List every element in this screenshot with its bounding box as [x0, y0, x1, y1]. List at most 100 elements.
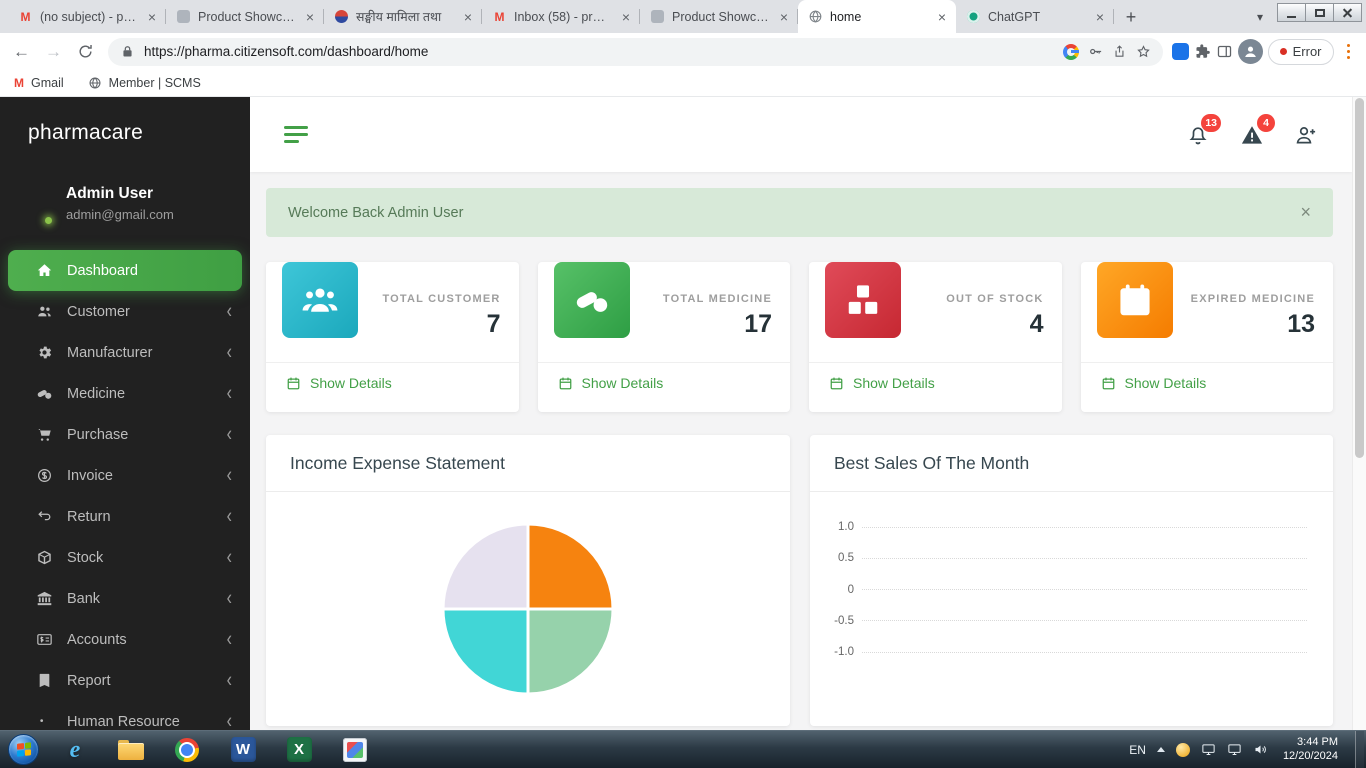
- taskbar-chrome-icon[interactable]: [159, 733, 215, 767]
- taskbar-apps: e WX: [47, 733, 383, 767]
- alert-close-icon[interactable]: ×: [1300, 202, 1311, 223]
- page-scrollbar[interactable]: [1352, 97, 1366, 730]
- clock-date: 12/20/2024: [1283, 750, 1338, 764]
- lock-icon[interactable]: [120, 44, 135, 59]
- stat-card-value: 17: [663, 310, 772, 339]
- y-axis-tick: 0.5: [810, 550, 1307, 566]
- sidebar-item-purchase[interactable]: Purchase ‹: [0, 414, 250, 455]
- gridline: [862, 652, 1307, 653]
- volume-icon[interactable]: [1253, 742, 1268, 757]
- taskbar-word-icon[interactable]: W: [215, 733, 271, 767]
- sidebar-item-report[interactable]: Report ‹: [0, 660, 250, 701]
- browser-tab[interactable]: Product Showcase ×: [166, 0, 324, 33]
- sidebar-item-medicine[interactable]: Medicine ‹: [0, 373, 250, 414]
- browser-tab[interactable]: M (no subject) - praja ×: [8, 0, 166, 33]
- tab-label: Inbox (58) - prajap: [514, 10, 611, 24]
- tab-close-icon[interactable]: ×: [934, 9, 950, 25]
- display-icon[interactable]: [1201, 742, 1216, 757]
- hamburger-menu-icon[interactable]: [284, 126, 308, 143]
- bookmark-scms[interactable]: Member | SCMS: [88, 76, 201, 90]
- extension-icon-blue[interactable]: [1172, 43, 1189, 60]
- show-details-link[interactable]: Show Details: [558, 375, 664, 391]
- sidebar-item-icon: [36, 426, 53, 443]
- stat-card: TOTAL CUSTOMER 7 Show Details: [266, 262, 519, 412]
- side-panel-icon[interactable]: [1216, 43, 1233, 60]
- sidebar-item-manufacturer[interactable]: Manufacturer ‹: [0, 332, 250, 373]
- chevron-left-icon: ‹: [227, 342, 232, 364]
- sidebar-item-customer[interactable]: Customer ‹: [0, 291, 250, 332]
- taskbar-paint-icon[interactable]: [327, 733, 383, 767]
- network-icon[interactable]: [1227, 742, 1242, 757]
- start-button[interactable]: [8, 734, 39, 765]
- back-button[interactable]: ←: [8, 38, 35, 65]
- window-minimize-button[interactable]: [1277, 3, 1306, 22]
- taskbar-excel-icon[interactable]: X: [271, 733, 327, 767]
- sidebar-item-invoice[interactable]: Invoice ‹: [0, 455, 250, 496]
- tab-close-icon[interactable]: ×: [776, 9, 792, 25]
- scrollbar-thumb[interactable]: [1355, 98, 1364, 458]
- browser-tab[interactable]: M Inbox (58) - prajap ×: [482, 0, 640, 33]
- tab-close-icon[interactable]: ×: [144, 9, 160, 25]
- stat-card-icon: [282, 262, 358, 338]
- sidebar-menu: Dashboard Customer ‹ Manufacturer ‹ Medi…: [0, 250, 250, 730]
- tab-favicon: M: [18, 9, 33, 24]
- browser-tab[interactable]: सङ्घीय मामिला तथा ×: [324, 0, 482, 33]
- tab-favicon: [966, 9, 981, 24]
- url-text[interactable]: https://pharma.citizensoft.com/dashboard…: [144, 44, 1054, 59]
- taskbar-ie-icon[interactable]: e: [47, 733, 103, 767]
- tab-search-caret-icon[interactable]: ▾: [1248, 5, 1272, 29]
- tab-label: (no subject) - praja: [40, 10, 137, 24]
- extensions-puzzle-icon[interactable]: [1194, 43, 1211, 60]
- show-desktop-button[interactable]: [1355, 731, 1364, 768]
- bookmark-star-icon[interactable]: [1136, 44, 1151, 59]
- google-icon[interactable]: [1063, 44, 1079, 60]
- window-close-button[interactable]: [1333, 3, 1362, 22]
- taskbar-folder-icon[interactable]: [103, 733, 159, 767]
- sidebar-item-dashboard[interactable]: Dashboard: [8, 250, 242, 291]
- browser-tab[interactable]: Product Showcase ×: [640, 0, 798, 33]
- omnibox[interactable]: https://pharma.citizensoft.com/dashboard…: [108, 38, 1163, 66]
- sidebar-item-accounts[interactable]: Accounts ‹: [0, 619, 250, 660]
- stat-cards-row: TOTAL CUSTOMER 7 Show Details TOTAL MEDI…: [266, 262, 1333, 412]
- window-maximize-button[interactable]: [1305, 3, 1334, 22]
- globe-icon: [88, 76, 102, 90]
- show-details-link[interactable]: Show Details: [1101, 375, 1207, 391]
- divider: [538, 362, 791, 363]
- y-tick-label: 0.5: [810, 552, 862, 564]
- sidebar-item-label: Purchase: [67, 427, 128, 443]
- browser-menu-icon[interactable]: [1339, 44, 1359, 60]
- profile-avatar[interactable]: [1238, 39, 1263, 64]
- alerts-warning-icon[interactable]: 4: [1240, 123, 1264, 147]
- chevron-left-icon: ‹: [227, 670, 232, 692]
- tray-app-icon[interactable]: [1176, 743, 1190, 757]
- sidebar-item-human-resource[interactable]: Human Resource ‹: [0, 701, 250, 730]
- stat-card: EXPIRED MEDICINE 13 Show Details: [1081, 262, 1334, 412]
- taskbar-clock[interactable]: 3:44 PM 12/20/2024: [1279, 736, 1344, 763]
- show-details-link[interactable]: Show Details: [829, 375, 935, 391]
- browser-tab[interactable]: ChatGPT ×: [956, 0, 1114, 33]
- password-key-icon[interactable]: [1088, 44, 1103, 59]
- show-details-link[interactable]: Show Details: [286, 375, 392, 391]
- tab-close-icon[interactable]: ×: [302, 9, 318, 25]
- windows-flag-icon: [17, 742, 31, 756]
- refresh-icon[interactable]: [77, 43, 94, 60]
- maximize-icon: [1315, 9, 1325, 17]
- language-indicator[interactable]: EN: [1129, 743, 1146, 757]
- share-icon[interactable]: [1112, 44, 1127, 59]
- sidebar-item-icon: [36, 549, 53, 566]
- tab-close-icon[interactable]: ×: [1092, 9, 1108, 25]
- bookmark-gmail[interactable]: M Gmail: [14, 76, 64, 90]
- hidden-icons-caret-icon[interactable]: [1157, 747, 1165, 752]
- tab-close-icon[interactable]: ×: [618, 9, 634, 25]
- new-tab-button[interactable]: +: [1118, 4, 1144, 30]
- notifications-bell-icon[interactable]: 13: [1186, 123, 1210, 147]
- sidebar-item-bank[interactable]: Bank ‹: [0, 578, 250, 619]
- sidebar-item-return[interactable]: Return ‹: [0, 496, 250, 537]
- y-axis-tick: -0.5: [810, 613, 1307, 629]
- profile-error-chip[interactable]: Error: [1268, 39, 1334, 65]
- tab-close-icon[interactable]: ×: [460, 9, 476, 25]
- browser-tab[interactable]: home ×: [798, 0, 956, 33]
- sidebar-item-stock[interactable]: Stock ‹: [0, 537, 250, 578]
- add-user-icon[interactable]: [1294, 123, 1318, 147]
- forward-button[interactable]: →: [40, 38, 67, 65]
